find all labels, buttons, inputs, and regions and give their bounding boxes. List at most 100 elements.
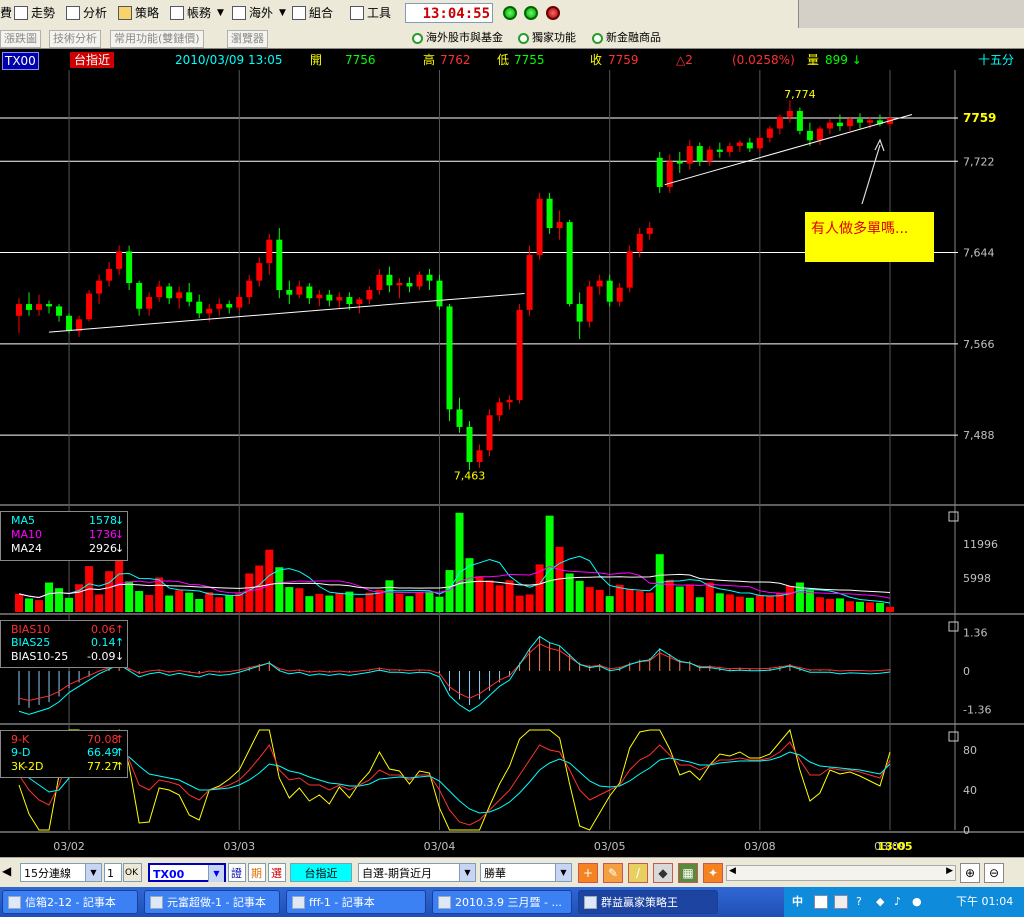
low-value: 7755 [514,53,545,67]
candle-body [736,142,743,147]
symbol-name-button[interactable]: 台指近 [290,863,352,882]
order-icon[interactable] [546,6,560,20]
quote-icon[interactable] [524,6,538,20]
link-overseas-funds[interactable]: 海外股市與基金 [412,30,503,46]
link-new-products[interactable]: 新金融商品 [592,30,661,46]
grid-tool-icon[interactable]: ▦ [678,863,698,883]
eraser-icon[interactable]: ◆ [653,863,673,883]
candle-body [646,227,653,234]
toolbar-overseas-button[interactable]: 海外 ▼ [232,3,286,23]
futures-button[interactable]: 期 [248,863,266,882]
interval-select[interactable]: 15分連線 ▼ [20,863,102,882]
candle-body [856,119,863,123]
dropdown-arrow-icon[interactable]: ▼ [208,865,224,882]
toolbar-account-button[interactable]: 帳務 ▼ [170,3,224,23]
candle-body [756,137,763,149]
stock-button[interactable]: 證 [228,863,246,882]
tab-browser[interactable]: 瀏覽器 [227,30,268,48]
volume-bar [245,573,254,612]
candle-body [226,304,233,308]
connect-icon[interactable] [503,6,517,20]
bottom-control-bar: ◀ 15分連線 ▼ 1 OK TX00 ▼ 證 期 選 台指近 自選-期貨近月 ▼ 勝… [0,857,1024,888]
zoom-out-icon[interactable]: ⊖ [984,863,1004,883]
volume-bar [825,598,834,612]
toolbar-trend-button[interactable]: 走勢 [14,3,55,23]
scroll-left-arrow-icon[interactable]: ◀ [729,866,736,876]
candle-body [826,122,833,129]
volume-ma5-name: MA5 [11,514,36,527]
broker-select[interactable]: 勝華 ▼ [480,863,572,882]
volume-value: 899 ↓ [825,53,862,67]
quote-info-bar: TX00 台指近 2010/03/09 13:05 開 7756 高 7762 … [0,50,1024,70]
candle-body [836,122,843,127]
taskbar-item[interactable]: 信箱2-12 - 記事本 [2,890,138,914]
chart-area[interactable]: 7759 7,722 7,644 7,566 7,488 7,774 7,463 11996 5… [0,70,1024,857]
dropdown-arrow-icon[interactable]: ▼ [85,864,101,881]
volume-bar [405,596,414,612]
help-icon[interactable]: ? [856,887,862,917]
price-high-mark: 7,774 [784,88,816,101]
dropdown-arrow-icon[interactable]: ▼ [217,3,224,23]
symbol[interactable]: TX00 [2,52,39,70]
volume-ma24-arrow: ↓ [115,542,125,555]
dropdown-arrow-icon[interactable]: ▼ [459,864,475,881]
pencil-icon[interactable]: / [628,863,648,883]
volume-bar [625,588,634,612]
toolbar-strategy-button[interactable]: 策略 [118,3,159,23]
category-select[interactable]: 自選-期貨近月 ▼ [358,863,476,882]
ok-button[interactable]: OK [123,863,142,882]
keyboard-icon[interactable] [834,895,848,909]
candle-body [626,251,633,288]
volume-icon[interactable]: ♪ [894,887,901,917]
overseas-icon [232,6,246,20]
volume-bar [885,606,894,612]
tools-icon [350,6,364,20]
toolbar-bill-button[interactable]: 費 [0,3,12,23]
settings-tool-icon[interactable]: ✦ [703,863,723,883]
bias10-25-arrow: ↓ [115,650,125,663]
k-value: 70.08 [87,733,119,746]
candle-body [46,304,53,307]
symbol-name: 台指近 [70,52,115,68]
main-toolbar: 費 走勢 分析 策略 帳務 ▼ 海外 ▼ 組合 工具 13:04:55 [0,0,1024,29]
ime-icon[interactable] [814,895,828,909]
volume-bar [725,594,734,612]
ime-indicator[interactable]: 中 [792,887,803,917]
candle-body [406,282,413,287]
volume-bar [365,592,374,612]
tab-updown[interactable]: 漲跌圖 [0,30,41,48]
candle-body [86,293,93,320]
period-label[interactable]: 十五分 [978,50,1014,70]
options-button[interactable]: 選 [268,863,286,882]
analysis-icon [66,6,80,20]
toolbar-tools-button[interactable]: 工具 [350,3,391,23]
candle-body [216,304,223,309]
taskbar-item[interactable]: 元富超做-1 - 記事本 [144,890,280,914]
taskbar-item[interactable]: 2010.3.9 三月暨 - ... [432,890,572,914]
scroll-left-icon[interactable]: ◀ [2,864,11,878]
dropdown-arrow-icon[interactable]: ▼ [555,864,571,881]
toolbar-combo-button[interactable]: 組合 [292,3,333,23]
plus-icon[interactable]: + [578,863,598,883]
scroll-right-arrow-icon[interactable]: ▶ [946,866,953,876]
volume-bar [145,595,154,612]
taskbar-item[interactable]: fff-1 - 記事本 [286,890,426,914]
security-icon[interactable]: ● [912,887,922,917]
volume-ma5-value: 1578 [89,514,117,527]
network-icon[interactable]: ◆ [876,887,884,917]
tab-technical[interactable]: 技術分析 [49,30,101,48]
volume-bar [265,549,274,612]
volume-bar [425,591,434,612]
symbol-input[interactable]: TX00 ▼ [148,863,226,882]
volume-bar [835,598,844,612]
draw-tool-icon[interactable]: ✎ [603,863,623,883]
spin-input[interactable]: 1 [104,863,122,882]
zoom-in-icon[interactable]: ⊕ [960,863,980,883]
tab-common[interactable]: 常用功能(雙鏈價) [110,30,204,48]
taskbar-item-active[interactable]: 群益贏家策略王 [578,890,718,914]
toolbar-analysis-button[interactable]: 分析 [66,3,107,23]
link-exclusive[interactable]: 獨家功能 [518,30,576,46]
horizontal-scrollbar[interactable]: ◀ ▶ [726,865,956,881]
dropdown-arrow-icon[interactable]: ▼ [279,3,286,23]
volume-bar [485,580,494,612]
